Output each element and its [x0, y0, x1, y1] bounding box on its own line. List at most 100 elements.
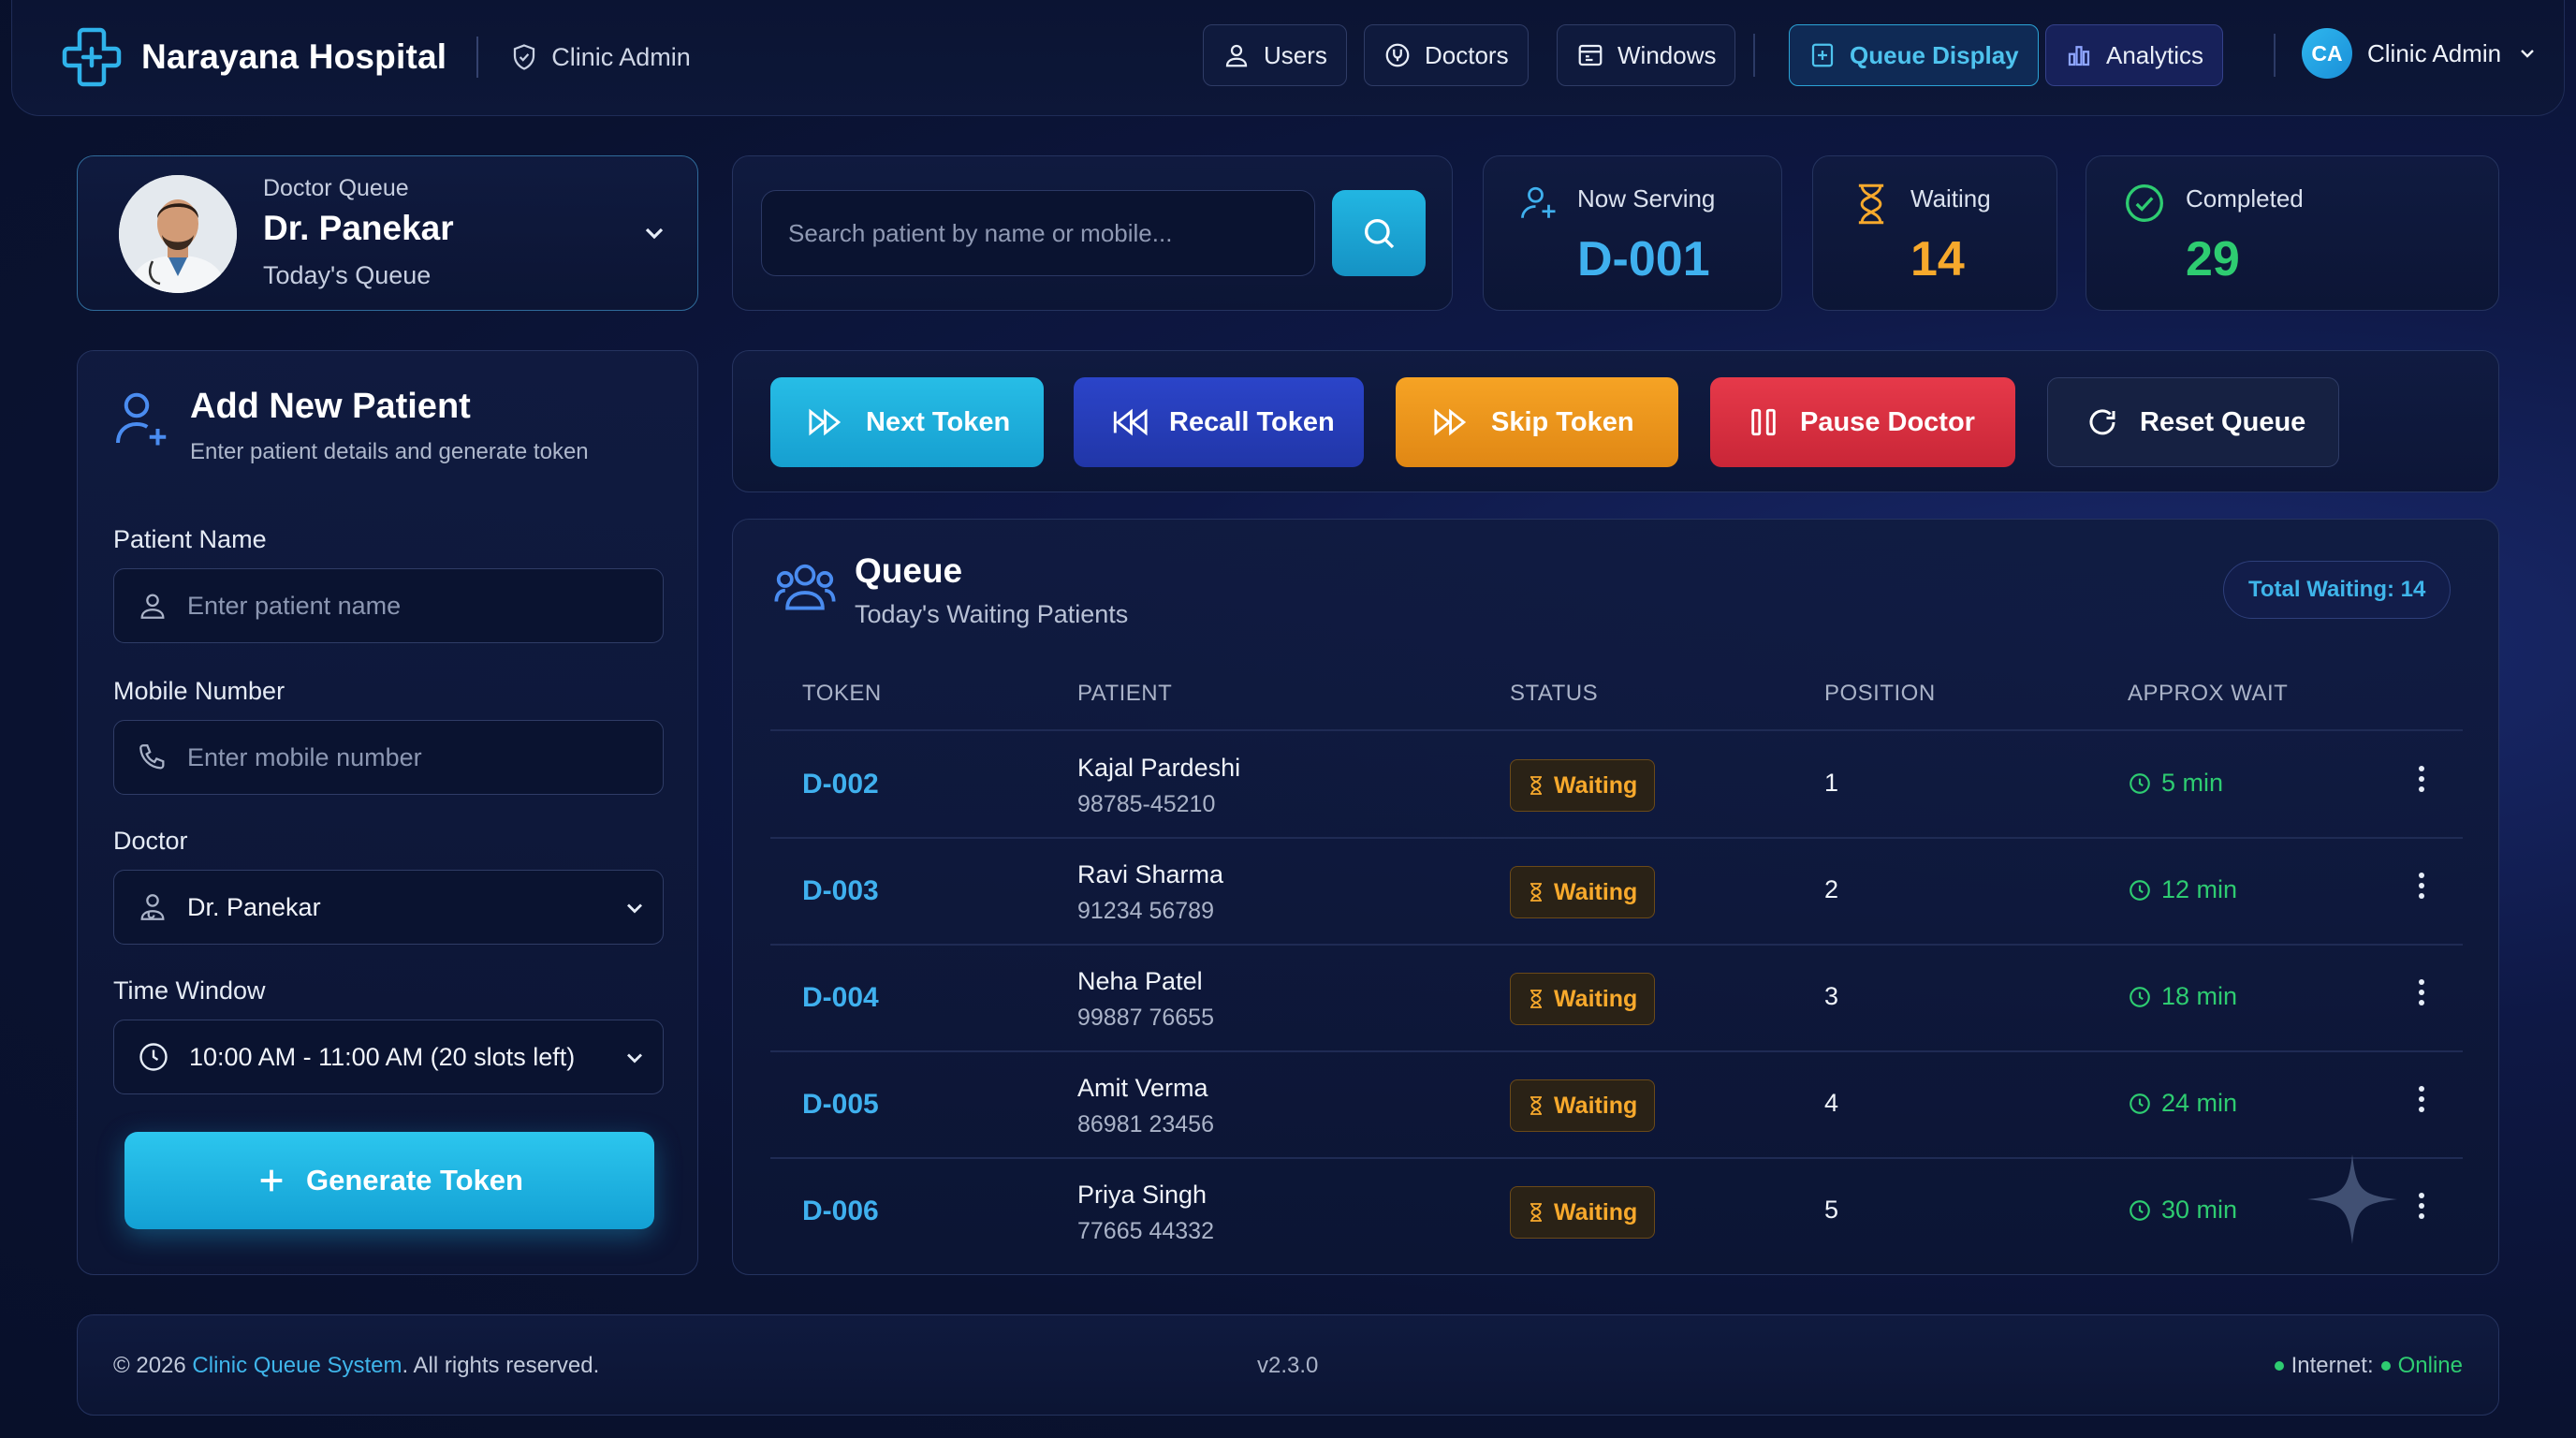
- status-badge: Waiting: [1510, 1186, 1656, 1239]
- col-header-patient: PATIENT: [1077, 681, 1173, 706]
- pause-doctor-label: Pause Doctor: [1800, 406, 1975, 437]
- hospital-cross-icon: [61, 26, 123, 88]
- table-row[interactable]: D-003 Ravi Sharma 91234 56789 Waiting 2 …: [733, 838, 2500, 944]
- mobile-number-placeholder: Enter mobile number: [187, 742, 422, 771]
- recall-token-button[interactable]: Recall Token: [1074, 377, 1364, 467]
- time-window-select[interactable]: 10:00 AM - 11:00 AM (20 slots left): [113, 1020, 664, 1094]
- col-header-token: TOKEN: [802, 681, 882, 706]
- approx-wait: 5 min: [2128, 769, 2223, 798]
- token-id[interactable]: D-005: [802, 1089, 879, 1121]
- table-row[interactable]: D-004 Neha Patel 99887 76655 Waiting 3 1…: [733, 945, 2500, 1050]
- copyright-prefix: © 2026: [113, 1353, 193, 1378]
- search-button[interactable]: [1332, 190, 1426, 276]
- token-id[interactable]: D-002: [802, 769, 879, 800]
- nav-doctors-button[interactable]: Doctors: [1364, 24, 1529, 86]
- waiting-card: Waiting 14: [1812, 155, 2057, 311]
- queue-subtitle: Today's Waiting Patients: [855, 600, 1129, 628]
- brand[interactable]: Narayana Hospital Clinic Admin: [61, 26, 691, 88]
- queue-position: 5: [1824, 1196, 1839, 1224]
- check-circle-icon: [2124, 183, 2165, 224]
- patient-name-input[interactable]: Enter patient name: [113, 568, 664, 643]
- clock-icon: [137, 1040, 170, 1074]
- search-input[interactable]: Search patient by name or mobile...: [761, 190, 1315, 276]
- approx-wait: 18 min: [2128, 982, 2237, 1011]
- waiting-value: 14: [1910, 232, 1965, 286]
- online-dot-icon: [2380, 1361, 2391, 1371]
- patient-name: Amit Verma: [1077, 1074, 1208, 1102]
- approx-wait: 24 min: [2128, 1089, 2237, 1118]
- table-row[interactable]: D-005 Amit Verma 86981 23456 Waiting 4 2…: [733, 1051, 2500, 1157]
- approx-wait: 12 min: [2128, 875, 2237, 904]
- token-id[interactable]: D-003: [802, 875, 879, 907]
- users-group-icon: [774, 559, 836, 613]
- approx-wait: 30 min: [2128, 1196, 2237, 1225]
- doctor-queue-caption: Doctor Queue: [263, 175, 409, 201]
- doctor-select[interactable]: Dr. Panekar: [113, 870, 664, 945]
- queue-panel: Queue Today's Waiting Patients Total Wai…: [732, 519, 2499, 1275]
- doctor-selector[interactable]: Doctor Queue Dr. Panekar Today's Queue: [77, 155, 698, 311]
- patient-mobile: 86981 23456: [1077, 1111, 1214, 1137]
- nav-users-button[interactable]: Users: [1203, 24, 1347, 86]
- generate-token-button[interactable]: Generate Token: [124, 1132, 654, 1229]
- generate-token-label: Generate Token: [305, 1164, 523, 1196]
- token-id[interactable]: D-006: [802, 1196, 879, 1227]
- copyright: © 2026 Clinic Queue System. All rights r…: [113, 1353, 599, 1379]
- clinic-queue-system-link[interactable]: Clinic Queue System: [192, 1353, 402, 1378]
- status-dot-icon: [2274, 1361, 2284, 1371]
- table-row[interactable]: D-002 Kajal Pardeshi 98785-45210 Waiting…: [733, 731, 2500, 837]
- search-panel: Search patient by name or mobile...: [732, 155, 1453, 311]
- form-title: Add New Patient: [190, 387, 471, 426]
- stethoscope-icon: [1383, 41, 1412, 69]
- waiting-label: Waiting: [1910, 184, 1991, 213]
- token-id[interactable]: D-004: [802, 982, 879, 1014]
- status-text: Waiting: [1554, 1198, 1638, 1225]
- patient-name: Neha Patel: [1077, 967, 1203, 995]
- doctor-icon: [137, 891, 168, 923]
- nav-divider: [2274, 34, 2276, 77]
- clock-icon: [2128, 771, 2152, 796]
- completed-card: Completed 29: [2086, 155, 2499, 311]
- reset-queue-button[interactable]: Reset Queue: [2047, 377, 2339, 467]
- nav-queue-display-button[interactable]: Queue Display: [1789, 24, 2039, 86]
- skip-token-button[interactable]: Skip Token: [1396, 377, 1678, 467]
- row-menu-icon[interactable]: [2418, 1192, 2425, 1220]
- row-menu-icon[interactable]: [2418, 1085, 2425, 1113]
- pause-doctor-button[interactable]: Pause Doctor: [1710, 377, 2015, 467]
- mobile-number-label: Mobile Number: [113, 677, 285, 705]
- brand-name: Narayana Hospital: [141, 37, 447, 76]
- next-token-button[interactable]: Next Token: [770, 377, 1044, 467]
- internet-status: Internet: Online: [2274, 1353, 2463, 1379]
- internet-status-text: Online: [2397, 1353, 2463, 1378]
- nav-divider: [1753, 34, 1755, 77]
- nav-windows-button[interactable]: Windows: [1557, 24, 1736, 86]
- search-placeholder: Search patient by name or mobile...: [788, 218, 1173, 247]
- chevron-down-icon: [622, 895, 648, 921]
- completed-value: 29: [2186, 232, 2240, 286]
- patient-mobile: 98785-45210: [1077, 791, 1216, 817]
- user-menu[interactable]: CA Clinic Admin: [2302, 28, 2539, 79]
- row-menu-icon[interactable]: [2418, 978, 2425, 1006]
- skip-token-label: Skip Token: [1491, 406, 1634, 437]
- status-badge: Waiting: [1510, 759, 1656, 812]
- table-row[interactable]: D-006 Priya Singh 77665 44332 Waiting 5 …: [733, 1154, 2500, 1264]
- wait-text: 5 min: [2161, 769, 2224, 797]
- pause-icon: [1748, 406, 1779, 438]
- doctor-avatar: [119, 175, 237, 293]
- queue-position: 4: [1824, 1089, 1839, 1117]
- row-menu-icon[interactable]: [2418, 765, 2425, 793]
- now-serving-value: D-001: [1577, 232, 1710, 286]
- row-menu-icon[interactable]: [2418, 872, 2425, 900]
- patient-name-label: Patient Name: [113, 525, 267, 553]
- copyright-suffix: . All rights reserved.: [402, 1353, 600, 1378]
- display-icon: [1808, 41, 1837, 69]
- status-text: Waiting: [1554, 1092, 1638, 1119]
- nav-analytics-button[interactable]: Analytics: [2045, 24, 2224, 86]
- version-label: v2.3.0: [1257, 1353, 1319, 1378]
- footer: © 2026 Clinic Queue System. All rights r…: [77, 1314, 2499, 1416]
- mobile-number-input[interactable]: Enter mobile number: [113, 720, 664, 795]
- nav-analytics-label: Analytics: [2106, 40, 2204, 69]
- hourglass-icon: [1852, 183, 1890, 226]
- col-header-position: POSITION: [1824, 681, 1936, 706]
- doctor-queue-subtitle: Today's Queue: [263, 261, 432, 289]
- clock-icon: [2128, 878, 2152, 902]
